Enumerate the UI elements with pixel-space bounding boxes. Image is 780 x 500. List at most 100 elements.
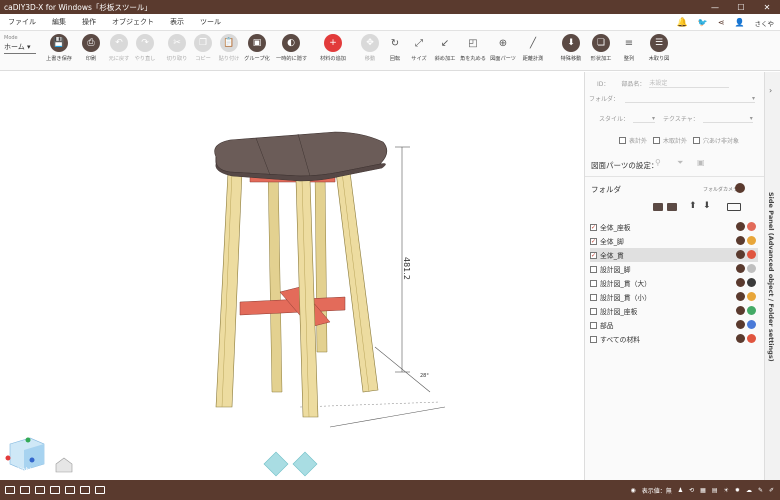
eye-icon[interactable] (747, 236, 756, 245)
redo-button[interactable]: ↷ やり直し (130, 34, 160, 62)
view-bottom-icon[interactable] (80, 486, 90, 494)
view-cube[interactable]: Right (5, 437, 45, 475)
eye-icon[interactable] (747, 264, 756, 273)
globe-icon[interactable]: ◉ (630, 487, 635, 494)
eye-icon[interactable] (747, 306, 756, 315)
close-button[interactable]: ✕ (754, 0, 780, 14)
lock-icon[interactable] (736, 264, 745, 273)
mode-value[interactable]: ホーム ▾ (4, 42, 36, 54)
mode-selector[interactable]: Mode ホーム ▾ (4, 35, 36, 54)
lock-icon[interactable] (736, 306, 745, 315)
folder-item[interactable]: 設計図_座板 (590, 304, 758, 318)
add-material-button[interactable]: + 材料の追加 (318, 34, 348, 62)
menu-operation[interactable]: 操作 (74, 17, 104, 27)
lock-icon[interactable] (736, 250, 745, 259)
align-button[interactable]: ≡ 整列 (614, 34, 644, 63)
part-name-input[interactable]: 未設定 (649, 78, 730, 88)
view-top-icon[interactable] (65, 486, 75, 494)
chevron-right-icon[interactable]: › (769, 86, 772, 95)
folder-item[interactable]: 部品 (590, 318, 758, 332)
diagonal-cut-button[interactable]: ↙ 斜め加工 (430, 34, 460, 63)
view-front-icon[interactable] (5, 486, 15, 494)
folder-open-icon[interactable] (727, 203, 741, 211)
eye-icon[interactable] (747, 278, 756, 287)
lock-icon[interactable] (736, 278, 745, 287)
home-view-icon[interactable] (55, 457, 73, 473)
cloud-icon[interactable]: ☁ (746, 487, 752, 494)
eye-icon[interactable] (747, 222, 756, 231)
menu-edit[interactable]: 編集 (44, 17, 74, 27)
link-icon[interactable]: ⚲ (655, 158, 661, 167)
folder-checkbox[interactable] (590, 265, 597, 273)
3d-viewport[interactable]: 481.2 28° Right (0, 72, 584, 480)
folder-icon[interactable] (667, 203, 677, 211)
folder-checkbox[interactable] (590, 335, 597, 343)
eye-icon[interactable] (747, 320, 756, 329)
eye-icon[interactable] (747, 334, 756, 343)
group-button[interactable]: ▣ グループ化 (242, 34, 272, 62)
special-move-button[interactable]: ⬇ 特殊移動 (556, 34, 586, 62)
view-right-icon[interactable] (50, 486, 60, 494)
grid-icon[interactable]: ▦ (700, 487, 706, 494)
print-button[interactable]: ⎙ 印刷 (76, 34, 106, 62)
folder-item[interactable]: ✓ 全体_脚 (590, 234, 758, 248)
lock-icon[interactable] (736, 334, 745, 343)
add-folder-icon[interactable] (653, 203, 663, 211)
view-back-icon[interactable] (20, 486, 30, 494)
exclude-cut-checkbox[interactable] (653, 137, 661, 144)
menu-view[interactable]: 表示 (162, 17, 192, 27)
hide-temp-button[interactable]: ◐ 一時的に隠す (276, 34, 307, 62)
eye-icon[interactable] (747, 250, 756, 259)
folder-item[interactable]: ✓ 全体_貫 (590, 248, 758, 262)
folder-item[interactable]: すべての材料 (590, 332, 758, 346)
user-name[interactable]: さくや (755, 18, 775, 28)
lock-icon[interactable] (736, 292, 745, 301)
folder-item[interactable]: 設計図_貫（大） (590, 276, 758, 290)
style-select[interactable]: ▾ (633, 115, 656, 123)
share-icon[interactable]: ⋖ (718, 18, 725, 27)
round-corner-button[interactable]: ◰ 角を丸める (458, 34, 488, 63)
rotate-view-icon[interactable]: ⟲ (689, 487, 694, 494)
folder-checkbox[interactable] (590, 321, 597, 329)
shape-process-button[interactable]: ❏ 形状加工 (586, 34, 616, 62)
dimension-icon[interactable]: ▤ (712, 487, 718, 494)
texture-select[interactable]: ▾ (702, 115, 753, 123)
folder-checkbox[interactable] (590, 307, 597, 315)
view-rotate-icon[interactable] (263, 451, 318, 477)
paste-button[interactable]: 📋 貼り付け (214, 34, 244, 62)
figure-icon[interactable]: ♟ (678, 487, 683, 494)
side-panel-tab[interactable]: › Side Panel (Advanced object / Folder s… (764, 72, 780, 480)
user-icon[interactable]: 👤 (735, 18, 745, 27)
edit-icon[interactable]: ✐ (769, 487, 774, 494)
overwrite-save-button[interactable]: 💾 上書き保存 (44, 34, 74, 62)
exclude-drill-checkbox[interactable] (693, 137, 701, 144)
menu-file[interactable]: ファイル (0, 17, 44, 27)
light-icon[interactable]: ☀ (724, 487, 729, 494)
cut-list-button[interactable]: ☰ 木取り図 (644, 34, 674, 62)
arrow-down-icon[interactable]: ⬇ (703, 201, 711, 211)
folder-checkbox[interactable]: ✓ (590, 251, 597, 259)
filter-icon[interactable]: ⏷ (677, 158, 683, 168)
bell-icon[interactable]: 🔔 (677, 18, 688, 28)
lock-icon[interactable] (736, 222, 745, 231)
twitter-icon[interactable]: 🐦 (698, 18, 708, 27)
lock-icon[interactable] (736, 236, 745, 245)
folder-checkbox[interactable] (590, 293, 597, 301)
folder-checkbox[interactable]: ✓ (590, 223, 597, 231)
menu-object[interactable]: オブジェクト (104, 17, 162, 27)
lock-icon[interactable] (736, 320, 745, 329)
arrow-up-icon[interactable]: ⬆ (689, 201, 697, 211)
distance-measure-button[interactable]: ╱ 距離計測 (518, 34, 548, 63)
minimize-button[interactable]: — (702, 0, 728, 14)
eye-icon[interactable] (747, 292, 756, 301)
folder-checkbox[interactable] (590, 279, 597, 287)
image-icon[interactable]: ▣ (697, 158, 705, 167)
folder-item[interactable]: 設計図_脚 (590, 262, 758, 276)
folder-item[interactable]: 設計図_貫（小） (590, 290, 758, 304)
camera-view-icon[interactable] (95, 486, 105, 494)
camera-icon[interactable] (735, 183, 745, 193)
menu-tools[interactable]: ツール (192, 17, 229, 27)
view-left-icon[interactable] (35, 486, 45, 494)
maximize-button[interactable]: ☐ (728, 0, 754, 14)
drawing-parts-button[interactable]: ⊕ 図面パーツ (488, 34, 518, 63)
